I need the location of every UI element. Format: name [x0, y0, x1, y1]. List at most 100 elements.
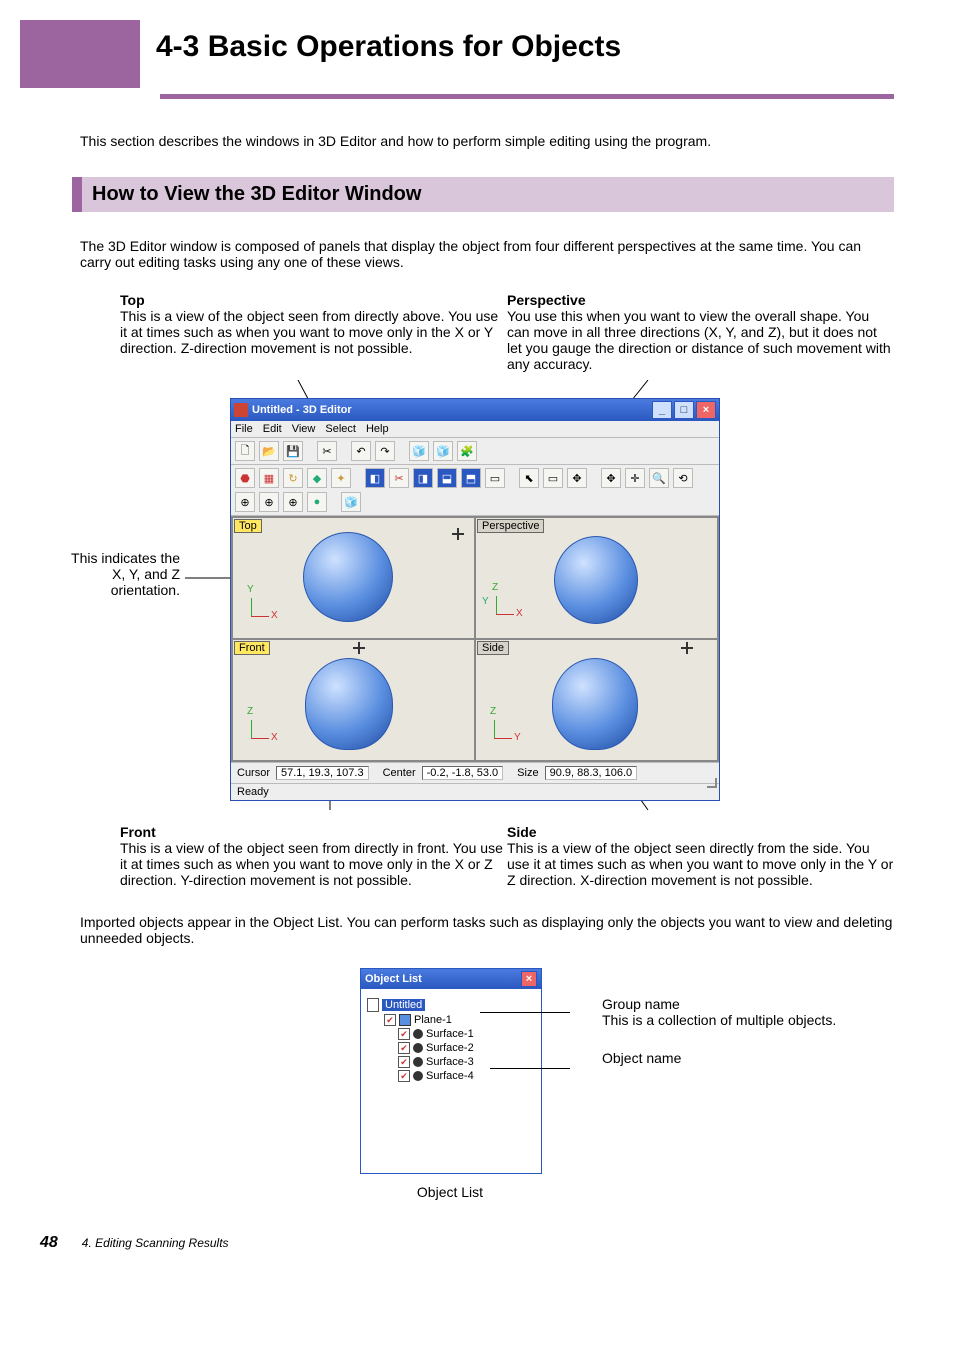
resize-handle-icon[interactable] [707, 778, 717, 788]
window-title: Untitled - 3D Editor [252, 404, 352, 416]
select-rect-icon[interactable]: ▭ [543, 468, 563, 488]
menu-select[interactable]: Select [325, 423, 356, 435]
tool-icon[interactable]: ◆ [307, 468, 327, 488]
page-number: 48 [40, 1234, 58, 1252]
tool-c-icon[interactable]: 🧩 [457, 441, 477, 461]
checkbox-icon[interactable]: ✔ [398, 1028, 410, 1040]
tool-icon[interactable]: ✂ [389, 468, 409, 488]
view-top-text: This is a view of the object seen from d… [120, 308, 507, 356]
axis-z: Z [247, 706, 253, 717]
axis-x: X [516, 608, 523, 619]
tool-icon[interactable]: ↻ [283, 468, 303, 488]
tool-icon[interactable]: ✥ [567, 468, 587, 488]
menu-edit[interactable]: Edit [263, 423, 282, 435]
toolbar-2: ⬣ ▦ ↻ ◆ ✦ ◧ ✂ ◨ ⬓ ⬒ ▭ ⬉ ▭ ✥ [231, 465, 719, 516]
objlist-annotations: Group name This is a collection of multi… [602, 968, 836, 1174]
tool-icon[interactable]: ◨ [413, 468, 433, 488]
viewport-perspective[interactable]: Perspective X Z Y [476, 518, 717, 638]
view-front-desc: Front This is a view of the object seen … [120, 824, 507, 888]
axis-orientation-note: This indicates the X, Y, and Z orientati… [60, 550, 180, 598]
rotate-icon[interactable]: ⟲ [673, 468, 693, 488]
undo-button[interactable]: ↶ [351, 441, 371, 461]
annotation-line [490, 1068, 570, 1069]
tree-item[interactable]: ✔ Surface-3 [367, 1055, 535, 1069]
menu-view[interactable]: View [292, 423, 316, 435]
menu-bar: File Edit View Select Help [231, 421, 719, 438]
chapter-title: 4-3 Basic Operations for Objects [140, 20, 894, 88]
tool-b-icon[interactable]: 🧊 [433, 441, 453, 461]
view-front-text: This is a view of the object seen from d… [120, 840, 507, 888]
move-icon[interactable]: ✛ [625, 468, 645, 488]
checkbox-icon[interactable]: ✔ [398, 1042, 410, 1054]
tool-icon[interactable]: ▭ [485, 468, 505, 488]
viewport-grid: Top X Y Perspective [231, 516, 719, 762]
tool-icon[interactable]: ✦ [331, 468, 351, 488]
tree-item[interactable]: ✔Surface-1 [367, 1027, 535, 1041]
zoom-icon[interactable]: 🔍 [649, 468, 669, 488]
view-icon[interactable]: ⊕ [259, 492, 279, 512]
close-button[interactable]: × [521, 971, 537, 987]
view-perspective-text: You use this when you want to view the o… [507, 308, 894, 372]
tool-icon[interactable]: ◧ [365, 468, 385, 488]
object-list-titlebar[interactable]: Object List × [361, 969, 541, 989]
group-name-annot-text: This is a collection of multiple objects… [602, 1012, 836, 1028]
status-cursor-value: 57.1, 19.3, 107.3 [276, 766, 369, 780]
status-center-value: -0.2, -1.8, 53.0 [422, 766, 504, 780]
maximize-button[interactable]: □ [674, 401, 694, 419]
viewport-front-label: Front [234, 641, 270, 655]
group-name-annot-title: Group name [602, 996, 836, 1012]
viewport-top-label: Top [234, 519, 262, 533]
checkbox-icon[interactable]: ✔ [384, 1014, 396, 1026]
tool-icon[interactable]: ▦ [259, 468, 279, 488]
menu-help[interactable]: Help [366, 423, 389, 435]
minimize-button[interactable]: _ [652, 401, 672, 419]
viewport-side[interactable]: Side Y Z [476, 640, 717, 760]
tree-item[interactable]: ✔Surface-4 [367, 1069, 535, 1083]
document-icon [367, 998, 379, 1012]
view-side-label: Side [507, 824, 894, 840]
open-button[interactable]: 📂 [259, 441, 279, 461]
close-button[interactable]: × [696, 401, 716, 419]
chapter-reference: 4. Editing Scanning Results [82, 1236, 229, 1250]
cube-icon[interactable]: 🧊 [341, 492, 361, 512]
view-icon[interactable]: ⊕ [283, 492, 303, 512]
tool-icon[interactable]: ⬒ [461, 468, 481, 488]
view-top-label: Top [120, 292, 507, 308]
axis-y: Y [482, 596, 489, 607]
checkbox-icon[interactable]: ✔ [398, 1056, 410, 1068]
view-perspective-desc: Perspective You use this when you want t… [507, 292, 894, 372]
view-icon[interactable]: ⊕ [235, 492, 255, 512]
section-header: How to View the 3D Editor Window [72, 177, 894, 212]
tool-icon[interactable]: ⬣ [235, 468, 255, 488]
status-size-label: Size [517, 767, 538, 779]
tree-root[interactable]: Untitled [367, 997, 535, 1013]
checkbox-icon[interactable]: ✔ [398, 1070, 410, 1082]
surface-icon [413, 1057, 423, 1067]
render-icon[interactable]: ● [307, 492, 327, 512]
viewport-side-label: Side [477, 641, 509, 655]
cut-button[interactable]: ✂ [317, 441, 337, 461]
axis-x: X [271, 610, 278, 621]
new-button[interactable]: 🗋 [235, 441, 255, 461]
tree-root-label: Untitled [382, 999, 425, 1011]
section-title: How to View the 3D Editor Window [92, 183, 884, 206]
status-center-label: Center [383, 767, 416, 779]
tool-a-icon[interactable]: 🧊 [409, 441, 429, 461]
tool-icon[interactable]: ⬓ [437, 468, 457, 488]
tree-item[interactable]: ✔Surface-2 [367, 1041, 535, 1055]
save-button[interactable]: 💾 [283, 441, 303, 461]
viewport-top[interactable]: Top X Y [233, 518, 474, 638]
viewport-front[interactable]: Front X Z [233, 640, 474, 760]
redo-button[interactable]: ↷ [375, 441, 395, 461]
object-tree: Untitled ✔ Plane-1 ✔Surface-1 ✔Surface-2… [361, 989, 541, 1173]
chapter-accent-block [20, 20, 140, 88]
axis-y: Y [514, 732, 521, 743]
tree-group[interactable]: ✔ Plane-1 [367, 1013, 535, 1027]
crosshair-icon [452, 528, 464, 540]
select-icon[interactable]: ⬉ [519, 468, 539, 488]
menu-file[interactable]: File [235, 423, 253, 435]
tree-item-label: Surface-3 [426, 1056, 474, 1068]
pan-icon[interactable]: ✥ [601, 468, 621, 488]
editor-titlebar[interactable]: Untitled - 3D Editor _ □ × [231, 399, 719, 421]
editor-window: Untitled - 3D Editor _ □ × File Edit Vie… [230, 398, 720, 801]
